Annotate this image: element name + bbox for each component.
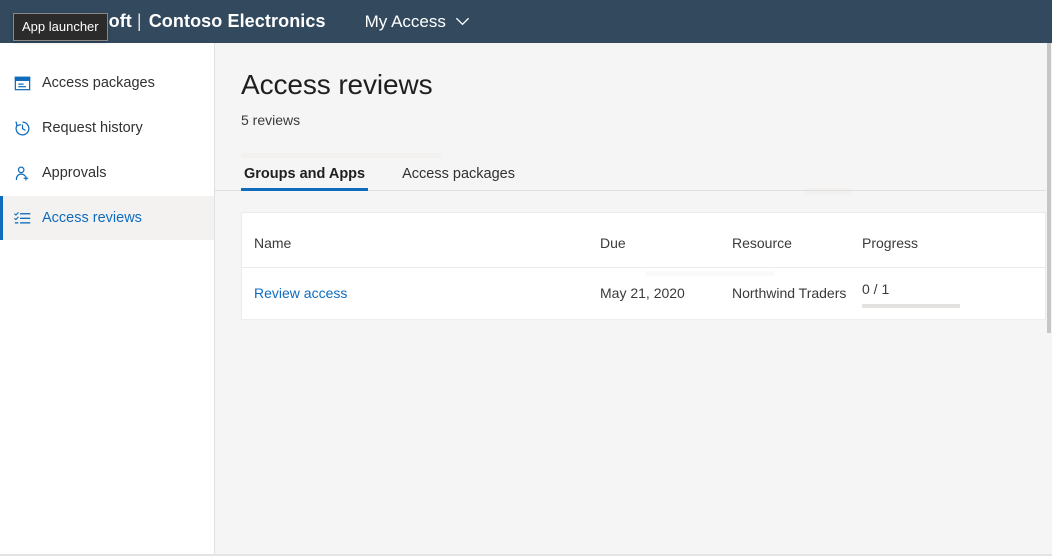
access-reviews-table-card: Name Due Resource Progress Review access…	[241, 212, 1046, 320]
sidebar-item-access-reviews[interactable]: Access reviews	[0, 196, 214, 240]
package-box-icon	[11, 72, 33, 94]
top-header-bar: Microsoft|Contoso Electronics My Access	[0, 0, 1052, 43]
tab-groups-and-apps[interactable]: Groups and Apps	[241, 166, 368, 191]
cell-progress: 0 / 1	[862, 268, 1045, 320]
sidebar-item-request-history[interactable]: Request history	[0, 106, 214, 150]
table-header: Name Due Resource Progress	[242, 213, 1045, 268]
column-header-name[interactable]: Name	[242, 213, 600, 268]
app-launcher-tooltip: App launcher	[13, 13, 108, 41]
review-count-subtitle: 5 reviews	[241, 112, 1052, 128]
scrollbar-thumb[interactable]	[1047, 43, 1051, 333]
page-title: Access reviews	[241, 69, 1052, 101]
my-access-nav-dropdown[interactable]: My Access	[365, 0, 470, 43]
column-header-progress[interactable]: Progress	[862, 213, 1045, 268]
clock-history-icon	[11, 117, 33, 139]
sidebar-item-label: Access packages	[42, 75, 155, 91]
table-row: Review access May 21, 2020 Northwind Tra…	[242, 268, 1045, 320]
my-access-label: My Access	[365, 12, 446, 32]
progress-bar	[862, 304, 960, 308]
chevron-down-icon	[455, 14, 470, 29]
page-scrollbar[interactable]	[1046, 43, 1052, 556]
sidebar-navigation: Access packages Request history	[0, 43, 215, 556]
tab-bar: Groups and Apps Access packages	[215, 156, 1052, 191]
checklist-icon	[11, 207, 33, 229]
brand-separator: |	[132, 11, 149, 31]
sidebar-item-label: Request history	[42, 120, 143, 136]
review-access-link[interactable]: Review access	[254, 285, 347, 301]
column-header-resource[interactable]: Resource	[732, 213, 862, 268]
tab-access-packages[interactable]: Access packages	[399, 166, 518, 191]
sidebar-item-label: Approvals	[42, 165, 106, 181]
sidebar-item-approvals[interactable]: Approvals	[0, 151, 214, 195]
progress-count-label: 0 / 1	[862, 282, 1045, 296]
table-body: Review access May 21, 2020 Northwind Tra…	[242, 268, 1045, 320]
cell-due: May 21, 2020	[600, 268, 732, 320]
sidebar-item-label: Access reviews	[42, 210, 142, 226]
person-approve-icon	[11, 162, 33, 184]
sidebar-item-access-packages[interactable]: Access packages	[0, 61, 214, 105]
table-header-row: Name Due Resource Progress	[242, 213, 1045, 268]
cell-resource: Northwind Traders	[732, 268, 862, 320]
cell-name: Review access	[242, 268, 600, 320]
app-window: Microsoft|Contoso Electronics My Access …	[0, 0, 1052, 556]
brand-name: Contoso Electronics	[149, 11, 326, 31]
column-header-due[interactable]: Due	[600, 213, 732, 268]
access-reviews-table: Name Due Resource Progress Review access…	[242, 213, 1045, 320]
main-content: Access reviews 5 reviews Groups and Apps…	[215, 43, 1052, 556]
